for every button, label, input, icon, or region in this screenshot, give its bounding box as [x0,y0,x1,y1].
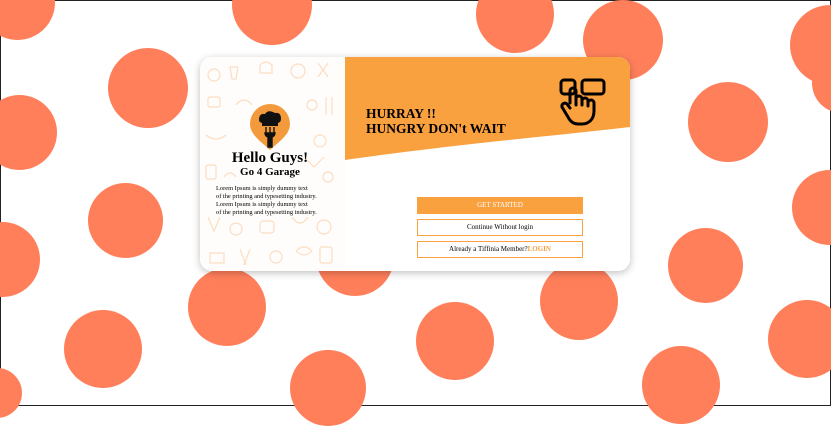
background-dot [108,48,188,128]
description-line: of the printing and typesetting industry… [216,193,317,200]
background-dot [88,183,163,258]
touch-hand-icon [559,78,606,126]
brand-name: Go 4 Garage [240,166,300,178]
intro-panel: Hello Guys! Go 4 Garage Lorem Ipsum is s… [200,57,345,271]
login-link[interactable]: LOGIN [528,245,551,253]
get-started-button[interactable]: GET STARTED [417,197,583,214]
greeting-title: Hello Guys! [231,150,309,166]
background-dot [688,82,768,162]
background-dot [188,268,266,346]
description-line: of the printing and typesetting industry… [216,209,317,216]
description-line: Lorem Ipsum is simply dummy text [216,201,308,208]
member-prompt-text: Already a Tiffinia Member? [449,245,528,253]
background-dot [668,228,743,303]
description-line: Lorem Ipsum is simply dummy text [216,185,308,192]
banner-line-2: HUNGRY DON't WAIT [366,121,506,136]
action-panel: HURRAY !! HUNGRY DON't WAIT GET STARTED … [345,57,630,271]
banner-line-1: HURRAY !! [366,106,436,121]
continue-without-login-button[interactable]: Continue Without login [417,219,583,236]
background-dot [290,350,366,426]
welcome-card: Hello Guys! Go 4 Garage Lorem Ipsum is s… [200,57,630,271]
intro-description: Lorem Ipsum is simply dummy text of the … [216,185,346,217]
background-dot [416,302,494,380]
background-dot [64,310,142,388]
background-dot [540,262,618,340]
banner-headline: HURRAY !! HUNGRY DON't WAIT [366,106,506,136]
member-login-button[interactable]: Already a Tiffinia Member?LOGIN [417,241,583,258]
chef-fork-logo-icon [250,104,290,150]
background-dot [642,346,720,424]
